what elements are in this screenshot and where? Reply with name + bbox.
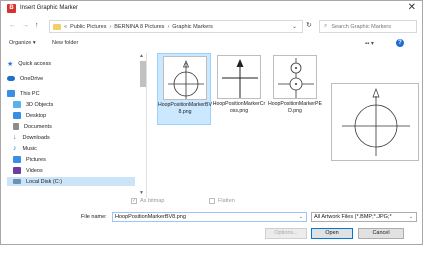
file-name-label: HoopPositionMarkerPED.png [268,101,322,114]
forward-arrow-icon[interactable]: → [22,21,29,30]
folder-icon [53,23,61,30]
navigation-pane: ★ Quick access OneDrive This PC 3D Objec… [1,53,147,198]
sidebar-item-3d-objects[interactable]: 3D Objects [13,100,53,109]
thumbnail-image [273,55,317,99]
view-options-icon[interactable]: ▪▪ ▾ [365,40,374,47]
checkbox-check-icon: ✓ [131,198,137,204]
sidebar-item-music[interactable]: ♪ Music [13,144,37,153]
up-arrow-icon[interactable]: ↑ [35,21,39,30]
thumbnail-image [217,55,261,99]
back-arrow-icon[interactable]: ← [9,21,16,30]
breadcrumb-separator: › [167,23,170,30]
scroll-down-icon[interactable]: ▼ [139,190,144,196]
file-list: HoopPositionMarkerBV8.png HoopPositionMa… [151,53,323,198]
sidebar-item-label: Local Disk (C:) [26,178,63,185]
help-icon[interactable]: ? [396,39,404,47]
sidebar-item-label: Music [22,145,37,152]
file-name-label: File name: [81,214,107,220]
sidebar-item-label: Pictures [26,156,46,163]
file-name-input[interactable]: HoopPositionMarkerBV8.png ⌄ [112,212,307,222]
title-bar: B Insert Graphic Marker ✕ [1,1,422,17]
flatten-label: Flatten [218,198,235,204]
as-bitmap-checkbox[interactable]: ✓ As bitmap [131,198,164,204]
file-type-filter-select[interactable]: All Artwork Files (*.BMP;*.JPG;* ⌄ [311,212,417,222]
file-name-value: HoopPositionMarkerBV8.png [115,214,186,220]
scroll-up-icon[interactable]: ▲ [139,53,144,59]
close-icon[interactable]: ✕ [408,2,416,14]
flatten-checkbox[interactable]: Flatten [209,198,235,204]
file-type-filter-value: All Artwork Files (*.BMP;*.JPG;* [314,214,392,220]
refresh-icon[interactable]: ↻ [306,21,312,29]
sidebar-item-onedrive[interactable]: OneDrive [7,74,43,83]
sidebar-item-downloads[interactable]: ↓ Downloads [13,133,50,142]
insert-graphic-marker-dialog: B Insert Graphic Marker ✕ ← → ↑ « Public… [0,0,423,245]
scrollbar-thumb[interactable] [140,61,146,87]
breadcrumb-overflow[interactable]: « [64,24,67,30]
sidebar-item-label: OneDrive [20,75,44,82]
sidebar-item-this-pc[interactable]: This PC [7,89,40,98]
sidebar-item-quick-access[interactable]: ★ Quick access [7,59,51,68]
chevron-down-icon[interactable]: ⌄ [292,23,297,30]
sidebar-item-label: This PC [20,90,40,97]
command-toolbar: Organize ▾ New folder ▪▪ ▾ ? [1,36,422,51]
file-name-label: HoopPositionMarkerCross.png [212,101,266,114]
app-icon: B [7,4,16,13]
document-icon [13,123,19,130]
navigation-bar: ← → ↑ « Public Pictures › BERNINA 8 Pict… [1,17,422,35]
sidebar-item-label: Videos [26,167,43,174]
cube-icon [13,101,21,108]
sidebar-item-desktop[interactable]: Desktop [13,111,46,120]
sidebar-item-label: Documents [24,123,52,130]
search-box[interactable]: ⌕ [319,20,417,33]
preview-image [342,88,410,156]
sidebar-item-label: Desktop [26,112,47,119]
chevron-down-icon[interactable]: ⌄ [299,213,303,222]
file-name-row: File name: HoopPositionMarkerBV8.png ⌄ A… [1,211,422,223]
file-item-hoop-bv8[interactable]: HoopPositionMarkerBV8.png [157,53,212,125]
cancel-button[interactable]: Cancel [358,228,404,239]
download-icon: ↓ [13,134,17,141]
organize-button[interactable]: Organize ▾ [9,40,36,46]
computer-icon [7,90,15,97]
sidebar-item-label: 3D Objects [26,101,54,108]
file-item-hoop-cross[interactable]: HoopPositionMarkerCross.png [212,53,266,125]
sidebar-item-label: Quick access [18,60,51,67]
file-item-hoop-ped[interactable]: HoopPositionMarkerPED.png [268,53,322,125]
options-button[interactable]: Options... [265,228,307,239]
music-icon: ♪ [13,145,17,152]
sidebar-item-local-disk[interactable]: Local Disk (C:) [7,177,135,186]
checkbox-box [209,198,215,204]
star-icon: ★ [7,60,14,68]
sidebar-item-documents[interactable]: Documents [13,122,52,131]
file-name-label: HoopPositionMarkerBV8.png [158,102,212,115]
breadcrumb-bernina-pictures[interactable]: BERNINA 8 Pictures [114,24,164,30]
open-button[interactable]: Open [311,228,353,239]
window-title: Insert Graphic Marker [20,5,79,11]
new-folder-button[interactable]: New folder [52,40,78,46]
breadcrumb-public-pictures[interactable]: Public Pictures [70,24,106,30]
search-icon: ⌕ [324,23,328,29]
video-icon [13,167,21,174]
picture-icon [13,156,21,163]
as-bitmap-label: As bitmap [140,198,165,204]
search-input[interactable] [331,23,412,30]
desktop-icon [13,112,21,119]
dialog-buttons: Options... Open Cancel [1,227,422,241]
address-bar[interactable]: « Public Pictures › BERNINA 8 Pictures ›… [49,20,303,33]
thumbnail-image [163,56,207,100]
sidebar-item-pictures[interactable]: Pictures [13,155,46,164]
disk-icon [13,179,21,184]
sidebar-item-label: Downloads [22,134,50,141]
breadcrumb-separator: › [109,23,112,30]
preview-pane [331,83,419,161]
cloud-icon [7,76,15,81]
insert-options: ✓ As bitmap Flatten [1,197,422,207]
breadcrumb-graphic-markers[interactable]: Graphic Markers [172,24,213,30]
sidebar-item-videos[interactable]: Videos [13,166,43,175]
chevron-down-icon[interactable]: ⌄ [409,213,413,222]
